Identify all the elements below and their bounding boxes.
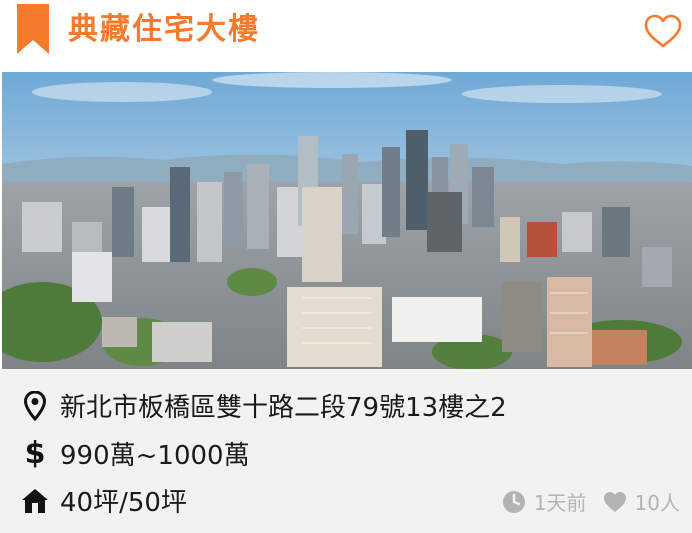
favorite-heart-icon[interactable]	[643, 13, 683, 49]
heart-icon	[603, 491, 626, 512]
bookmark-icon	[17, 4, 49, 54]
address-row: 新北市板橋區雙十路二段79號13樓之2	[20, 387, 507, 424]
dollar-icon: $	[24, 435, 46, 471]
clock-icon	[502, 490, 525, 513]
price-text: 990萬~1000萬	[60, 441, 250, 471]
listing-info-panel: 新北市板橋區雙十路二段79號13樓之2 $ 990萬~1000萬 40坪/50坪	[0, 369, 692, 533]
like-count-text: 10人	[634, 491, 680, 515]
map-pin-icon	[20, 390, 50, 422]
size-text: 40坪/50坪	[60, 488, 187, 518]
city-skyline-image	[2, 72, 692, 369]
address-text: 新北市板橋區雙十路二段79號13樓之2	[60, 393, 507, 423]
price-row: $ 990萬~1000萬	[20, 435, 250, 472]
listing-photo[interactable]	[2, 72, 692, 369]
size-row: 40坪/50坪	[20, 482, 187, 519]
card-header: 典藏住宅大樓	[0, 0, 692, 72]
listing-meta: 1天前 10人	[502, 487, 680, 516]
listing-title: 典藏住宅大樓	[68, 12, 260, 47]
home-icon	[20, 485, 50, 517]
like-count: 10人	[603, 487, 680, 516]
posted-time: 1天前	[502, 487, 587, 516]
listing-card[interactable]: 典藏住宅大樓 新北市板橋區雙十路二段79號13樓之2 $ 990萬~1000萬 …	[0, 0, 692, 533]
posted-time-text: 1天前	[533, 491, 587, 515]
